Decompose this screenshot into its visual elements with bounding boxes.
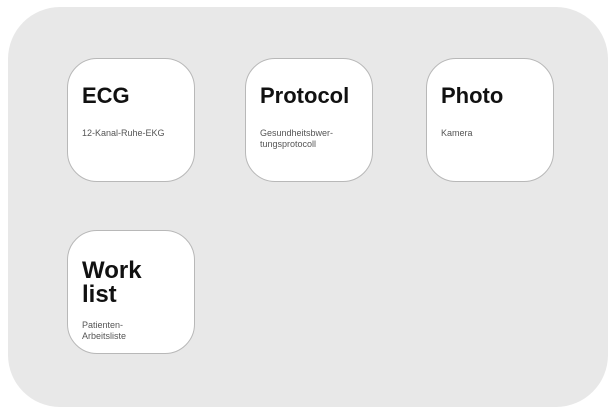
photo-tile-title: Photo	[441, 83, 504, 108]
ecg-tile-title: ECG	[82, 83, 130, 108]
photo-tile[interactable]: Photo Kamera	[426, 58, 554, 182]
protocol-tile[interactable]: Protocol Gesundheitsbwer- tungsprotocoll	[245, 58, 373, 182]
photo-tile-subtitle: Kamera	[441, 128, 473, 138]
worklist-tile-title: Work list	[82, 257, 142, 308]
ecg-tile[interactable]: ECG 12-Kanal-Ruhe-EKG	[67, 58, 195, 182]
worklist-tile-subtitle: Patienten- Arbeitsliste	[82, 320, 127, 341]
protocol-tile-title: Protocol	[260, 83, 350, 108]
ecg-tile-subtitle: 12-Kanal-Ruhe-EKG	[82, 128, 165, 138]
protocol-tile-subtitle: Gesundheitsbwer- tungsprotocoll	[260, 128, 334, 149]
worklist-tile[interactable]: Work list Patienten- Arbeitsliste	[67, 230, 195, 354]
app-launcher-panel: ECG 12-Kanal-Ruhe-EKG Protocol Gesundhei…	[8, 7, 608, 407]
